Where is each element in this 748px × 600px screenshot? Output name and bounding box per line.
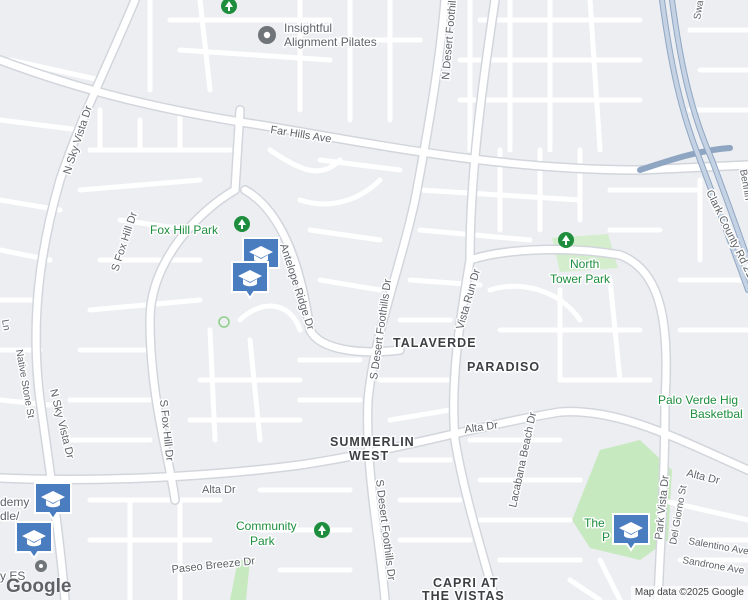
area-label-capri-1: CAPRI AT (433, 576, 499, 590)
map-attribution: Map data ©2025 Google (630, 586, 748, 600)
street-label-ln-fragment: Ln (0, 319, 12, 332)
pin-icon (35, 560, 47, 572)
park-label-north-tower-1[interactable]: North (569, 256, 601, 273)
area-label-capri-2: THE VISTAS (422, 589, 505, 600)
park-label-community-1[interactable]: Community (235, 518, 299, 535)
school-marker[interactable] (34, 482, 72, 521)
poi-label-the-1[interactable]: The (583, 515, 607, 532)
school-marker[interactable] (15, 521, 53, 560)
tree-icon (314, 522, 330, 538)
area-label-summerlin-west-2: WEST (349, 449, 389, 463)
school-marker[interactable] (612, 513, 650, 552)
tree-icon (558, 232, 574, 248)
park-label-fox-hill[interactable]: Fox Hill Park (149, 222, 221, 239)
area-label-summerlin-west-1: SUMMERLIN (330, 435, 415, 449)
map-svg: TALAVERDE PARADISO SUMMERLIN WEST CAPRI … (0, 0, 748, 600)
poi-label-palo-verde-2[interactable]: Basketbal (689, 406, 745, 423)
poi-label-pilates-1[interactable]: Insightful (283, 20, 334, 37)
poi-label-pilates-2[interactable]: Alignment Pilates (283, 34, 379, 51)
pin-icon (258, 26, 276, 44)
school-marker[interactable] (231, 261, 269, 300)
google-logo: Google (6, 576, 72, 597)
park-label-community-2[interactable]: Park (249, 533, 278, 550)
poi-label-academy-2[interactable]: dle/ (0, 508, 22, 525)
tree-icon (234, 216, 250, 232)
street-label-alta-left: Alta Dr (202, 484, 236, 496)
area-label-paradiso: PARADISO (467, 360, 540, 374)
poi-label-palo-verde-1[interactable]: Palo Verde Hig (657, 392, 740, 409)
poi-label-academy-1[interactable]: demy (0, 494, 31, 511)
area-label-talaverde: TALAVERDE (393, 336, 477, 350)
poi-label-the-2[interactable]: P (601, 529, 612, 546)
park-label-north-tower-2[interactable]: Tower Park (549, 271, 613, 288)
map-canvas[interactable]: TALAVERDE PARADISO SUMMERLIN WEST CAPRI … (0, 0, 748, 600)
